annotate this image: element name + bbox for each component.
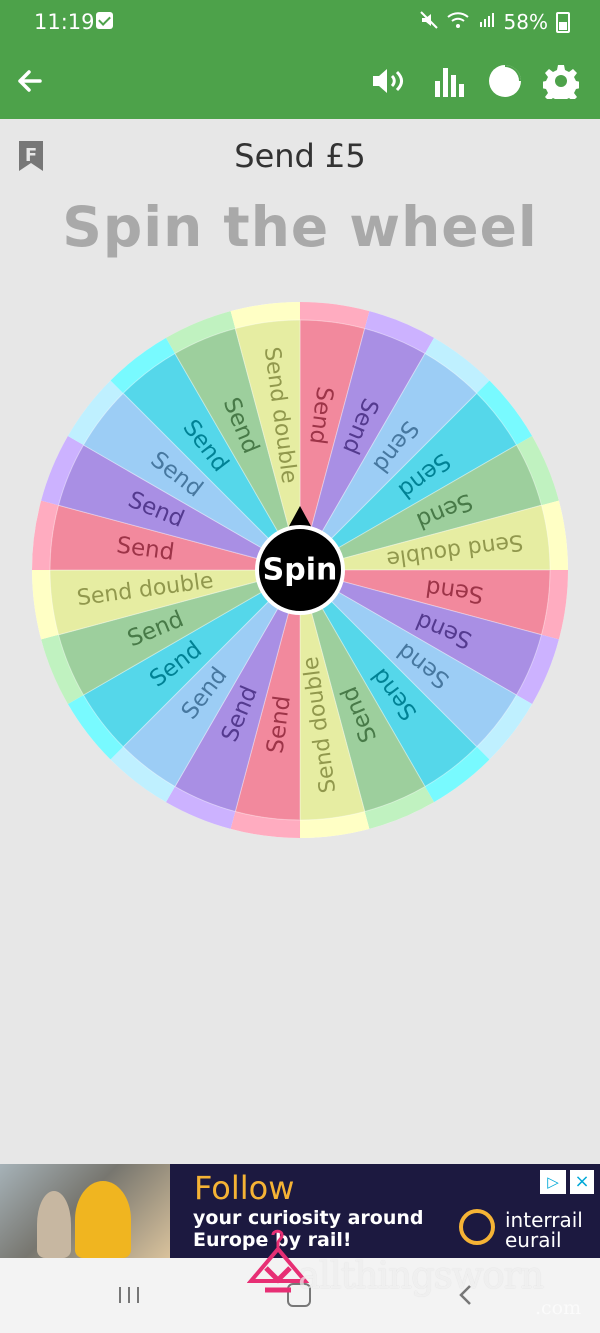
watermark-text: allthingsworn <box>298 1254 544 1297</box>
ad-photo <box>0 1164 170 1258</box>
mute-icon <box>419 10 438 34</box>
ad-headline: Follow <box>194 1169 295 1207</box>
checkbox-icon <box>96 12 113 29</box>
spin-button-label[interactable]: Spin <box>263 553 338 588</box>
battery-icon <box>556 11 570 33</box>
status-time: 11:19 <box>34 10 95 34</box>
page-title: Send £5 <box>234 137 366 175</box>
app-bar <box>0 44 600 119</box>
signal-icon <box>478 11 496 34</box>
ad-info-icon[interactable]: ▷ <box>540 1170 566 1194</box>
wifi-icon <box>446 11 470 34</box>
ad-brand-eurail: eurail <box>505 1228 562 1252</box>
close-icon[interactable]: × <box>570 1170 594 1194</box>
gear-icon[interactable] <box>540 60 582 102</box>
spin-wheel[interactable]: Send Send Send Send Send Send double Send Send S… <box>30 300 570 840</box>
recents-icon[interactable] <box>107 1276 151 1314</box>
watermark-suffix: .com <box>535 1297 582 1319</box>
stats-icon[interactable] <box>428 60 470 102</box>
ad-person-left <box>37 1191 71 1258</box>
back-arrow-icon[interactable] <box>8 60 50 102</box>
ad-person-right <box>75 1181 131 1258</box>
battery-text: 58% <box>503 10 548 34</box>
interrail-logo <box>459 1209 495 1245</box>
status-icons: 58% <box>419 10 570 34</box>
wheel-graphic[interactable]: Send SendSendSendSendSend doubleSendSendS… <box>30 300 570 840</box>
sound-icon[interactable] <box>368 60 410 102</box>
pie-chart-icon[interactable] <box>484 60 526 102</box>
spin-heading: Spin the wheel <box>62 195 538 259</box>
ad-brand-interrail: interrail <box>505 1208 583 1232</box>
status-bar: 11:19 58% <box>0 0 600 44</box>
